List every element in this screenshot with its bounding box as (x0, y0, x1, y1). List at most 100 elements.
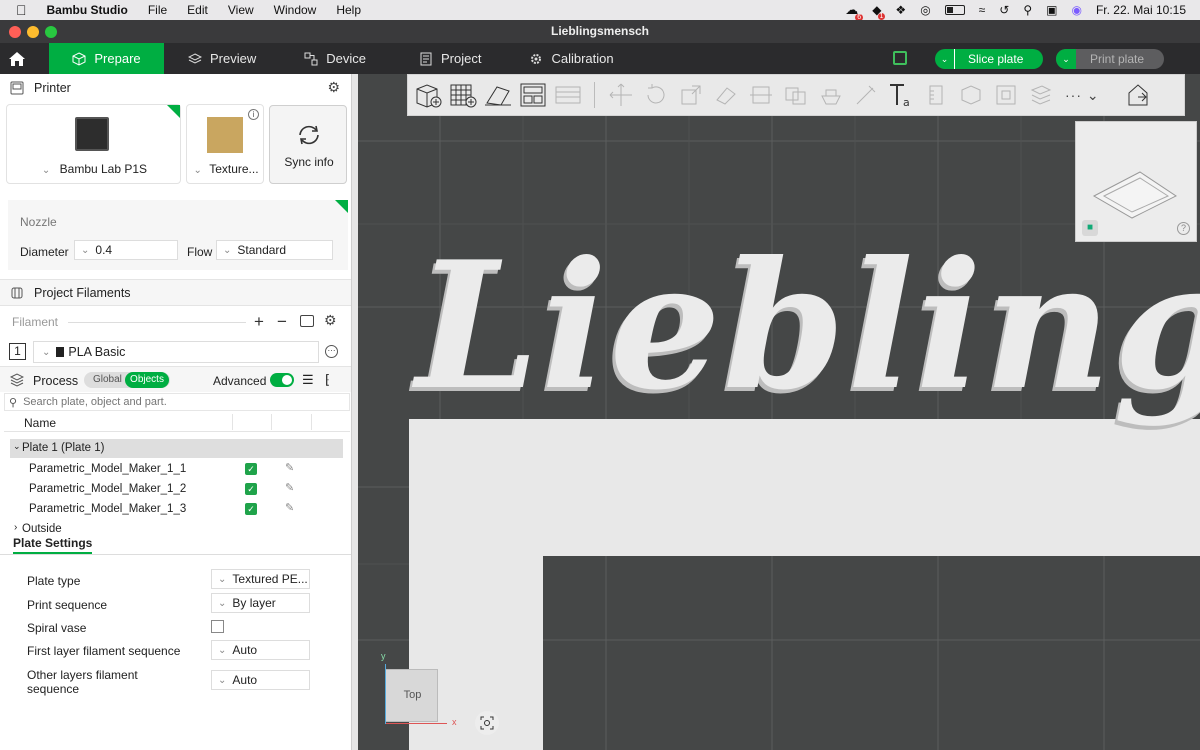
first-layer-sequence-select[interactable]: ⌄ Auto (211, 640, 310, 660)
support-paint-icon[interactable] (816, 80, 846, 110)
build-plate-card[interactable]: i ⌄ Texture... (186, 104, 264, 184)
paint-brush-icon[interactable]: ✎ (285, 481, 294, 494)
tab-project[interactable]: Project (405, 43, 495, 74)
diameter-select[interactable]: ⌄ 0.4 (74, 240, 178, 260)
creative-cloud-icon[interactable]: ☁ 6 (845, 2, 864, 21)
print-dropdown-chevron-icon[interactable]: ⌄ (1056, 49, 1076, 69)
split-layers-icon[interactable] (553, 80, 583, 110)
emboss-icon[interactable] (991, 80, 1021, 110)
3d-viewport[interactable]: Lieblingsm Top y x (358, 74, 1200, 750)
printer-dropdown-chevron-icon[interactable]: ⌄ (42, 165, 50, 176)
plate-row[interactable]: ⌄ Plate 1 (Plate 1) (10, 439, 343, 458)
close-window-button[interactable] (9, 26, 21, 38)
advanced-toggle[interactable] (270, 373, 294, 387)
arrange-icon[interactable] (518, 80, 548, 110)
add-object-icon[interactable] (413, 80, 443, 110)
filament-settings-gear-icon[interactable]: ⚙ (324, 312, 337, 329)
menu-edit[interactable]: Edit (187, 3, 208, 17)
notification-icon[interactable]: ◆ 1 (872, 3, 886, 20)
tab-device[interactable]: Device (290, 43, 380, 74)
slice-plate-button[interactable]: ⌄ Slice plate (935, 49, 1043, 69)
other-layers-sequence-select[interactable]: ⌄ Auto (211, 670, 310, 690)
model-lettering[interactable]: Lieblingsm (416, 234, 1200, 419)
list-view-icon[interactable]: ☰ (302, 372, 314, 388)
compare-icon[interactable]: ⁅ (325, 372, 330, 388)
tab-prepare[interactable]: Prepare (49, 43, 164, 74)
print-plate-button[interactable]: ⌄ Print plate (1056, 49, 1164, 69)
control-center-icon[interactable]: ▣ (1046, 3, 1057, 17)
process-scope-toggle[interactable]: Global Objects (84, 372, 170, 388)
text-tool-icon[interactable]: a (886, 80, 916, 110)
slice-dropdown-chevron-icon[interactable]: ⌄ (935, 49, 955, 69)
rotate-icon[interactable] (641, 80, 671, 110)
objects-scope-option[interactable]: Objects (125, 372, 169, 388)
siri-icon[interactable]: ◉ (1071, 3, 1081, 17)
assembly-icon[interactable] (956, 80, 986, 110)
add-plate-icon[interactable] (448, 80, 478, 110)
tab-calibration[interactable]: Calibration (515, 43, 627, 74)
menu-app[interactable]: Bambu Studio (47, 3, 128, 17)
auto-orient-icon[interactable] (483, 80, 513, 110)
spiral-vase-checkbox[interactable] (211, 620, 224, 633)
print-sequence-select[interactable]: ⌄ By layer (211, 593, 310, 613)
plate-type-select[interactable]: ⌄ Textured PE... (211, 569, 310, 589)
tab-preview[interactable]: Preview (174, 43, 270, 74)
clock-datetime[interactable]: Fr. 22. Mai 10:15 (1096, 3, 1186, 17)
printer-settings-gear-icon[interactable]: ⚙ (327, 79, 340, 96)
scale-icon[interactable] (676, 80, 706, 110)
view-cube[interactable]: Top (385, 669, 438, 722)
fit-view-button[interactable] (475, 711, 499, 735)
object-search-input[interactable] (23, 396, 324, 408)
plate-navigator[interactable]: ■ ? (1075, 121, 1197, 242)
move-icon[interactable] (606, 80, 636, 110)
wifi-icon[interactable]: ≈ (979, 3, 986, 17)
minimize-window-button[interactable] (27, 26, 39, 38)
expand-chevron-right-icon[interactable]: › (14, 522, 17, 533)
info-icon[interactable]: i (248, 109, 259, 120)
paint-brush-icon[interactable]: ✎ (285, 461, 294, 474)
add-filament-button[interactable]: + (254, 312, 264, 332)
name-column-header[interactable]: Name (24, 416, 56, 430)
cut-icon[interactable] (746, 80, 776, 110)
filament-sync-icon[interactable] (300, 315, 314, 327)
paint-brush-icon[interactable]: ✎ (285, 501, 294, 514)
object-row[interactable]: Parametric_Model_Maker_1_3 ✓ ✎ (0, 500, 351, 520)
printer-model-card[interactable]: ⌄ Bambu Lab P1S (6, 104, 181, 184)
menu-window[interactable]: Window (274, 3, 317, 17)
menu-view[interactable]: View (228, 3, 254, 17)
plate-dropdown-chevron-icon[interactable]: ⌄ (193, 165, 201, 176)
collapse-toolbar-icon[interactable] (1123, 80, 1153, 110)
cloud-app-icon[interactable]: ◎ (920, 3, 930, 17)
sync-info-button[interactable]: Sync info (269, 105, 347, 184)
lay-on-face-icon[interactable] (711, 80, 741, 110)
menu-file[interactable]: File (148, 3, 167, 17)
measure-icon[interactable] (921, 80, 951, 110)
layout-toggle-button[interactable] (893, 51, 907, 65)
global-scope-option[interactable]: Global (93, 374, 122, 385)
object-visible-checkbox[interactable]: ✓ (245, 483, 257, 495)
plate-cube-icon[interactable]: ■ (1082, 220, 1098, 236)
filament-select[interactable]: ⌄ PLA Basic (33, 341, 319, 363)
remove-filament-button[interactable]: − (277, 312, 287, 332)
filament-more-icon[interactable]: ··· (325, 345, 338, 358)
more-tools-button[interactable]: ··· ⌄ (1065, 87, 1100, 104)
object-search-field[interactable]: ⚲ (4, 393, 350, 411)
object-visible-checkbox[interactable]: ✓ (245, 463, 257, 475)
menu-help[interactable]: Help (336, 3, 361, 17)
object-visible-checkbox[interactable]: ✓ (245, 503, 257, 515)
apple-icon[interactable]:  (16, 2, 27, 18)
expand-chevron-icon[interactable]: ⌄ (13, 441, 21, 452)
home-button[interactable] (0, 43, 34, 74)
object-row[interactable]: Parametric_Model_Maker_1_2 ✓ ✎ (0, 480, 351, 500)
time-machine-icon[interactable]: ↺ (999, 3, 1009, 17)
layer-height-icon[interactable] (1026, 80, 1056, 110)
plate-settings-tab[interactable]: Plate Settings (13, 536, 93, 554)
flow-select[interactable]: ⌄ Standard (216, 240, 333, 260)
battery-icon[interactable] (944, 5, 965, 15)
object-row[interactable]: Parametric_Model_Maker_1_1 ✓ ✎ (0, 460, 351, 480)
dropbox-icon[interactable]: ❖ (895, 3, 906, 17)
boolean-icon[interactable] (781, 80, 811, 110)
seam-paint-icon[interactable] (851, 80, 881, 110)
zoom-window-button[interactable] (45, 26, 57, 38)
spotlight-search-icon[interactable]: ⚲ (1023, 3, 1032, 17)
